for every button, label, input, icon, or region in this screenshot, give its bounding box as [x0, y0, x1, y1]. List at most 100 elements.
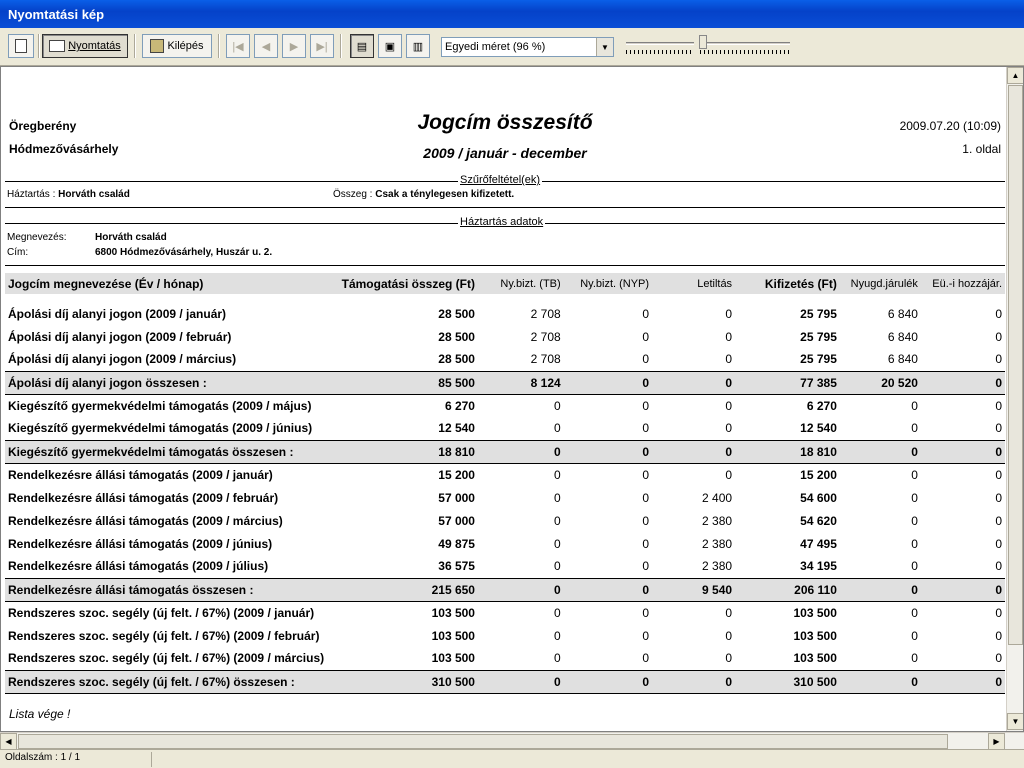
- table-cell: Rendszeres szoc. segély (új felt. / 67%)…: [8, 628, 320, 643]
- table-cell: 0: [995, 605, 1002, 620]
- vertical-scroll-thumb[interactable]: [1008, 85, 1023, 645]
- table-cell: 0: [911, 467, 918, 482]
- table-cell: 0: [553, 398, 561, 413]
- table-cell: 49 875: [438, 536, 475, 551]
- table-cell: 103 500: [431, 605, 475, 620]
- table-cell: 0: [477, 669, 564, 694]
- table-cell: 18 810: [338, 439, 478, 464]
- org-line-2: Hódmezővásárhely: [9, 142, 119, 156]
- table-row: Rendelkezésre állási támogatás (2009 / j…: [5, 532, 1005, 555]
- table-cell: 34 195: [800, 559, 837, 574]
- table-cell: 0: [553, 490, 561, 505]
- table-cell: 0: [642, 490, 650, 505]
- table-cell: 0: [725, 306, 733, 321]
- table-row: Rendelkezésre állási támogatás (2009 / m…: [5, 509, 1005, 532]
- table-row: Ápolási díj alanyi jogon (2009 / február…: [5, 325, 1005, 348]
- last-page-button[interactable]: ▶|: [310, 34, 334, 58]
- table-cell: 0: [553, 628, 561, 643]
- table-cell: 28 500: [438, 329, 475, 344]
- first-page-button[interactable]: |◀: [226, 34, 250, 58]
- table-cell: 0: [839, 669, 921, 694]
- scroll-up-icon[interactable]: ▲: [1007, 67, 1023, 84]
- table-cell: Kiegészítő gyermekvédelmi támogatás (200…: [8, 398, 312, 413]
- page-width-icon: ▣: [384, 40, 396, 53]
- table-cell: 85 500: [338, 370, 478, 395]
- column-header: Ny.bizt. (NYP): [563, 273, 653, 294]
- table-cell: 0: [642, 467, 650, 482]
- table-cell: 103 500: [793, 651, 837, 666]
- prev-page-icon: ◀: [261, 40, 271, 53]
- table-cell: 12 540: [438, 421, 475, 436]
- zoom-slider-2[interactable]: [699, 33, 790, 57]
- vertical-scrollbar[interactable]: ▲ ▼: [1006, 67, 1023, 731]
- table-cell: 0: [725, 605, 733, 620]
- table-cell: 6 270: [444, 398, 475, 413]
- table-cell: Rendelkezésre állási támogatás (2009 / j…: [8, 467, 273, 482]
- table-row: Rendszeres szoc. segély (új felt. / 67%)…: [5, 624, 1005, 647]
- table-cell: 0: [995, 352, 1002, 367]
- table-cell: 215 650: [338, 577, 478, 602]
- table-cell: 0: [563, 669, 653, 694]
- prev-page-button[interactable]: ◀: [254, 34, 278, 58]
- table-cell: 47 495: [800, 536, 837, 551]
- zoom-select[interactable]: Egyedi méret (96 %) ▼: [441, 37, 614, 57]
- report-meta: 2009.07.20 (10:09) 1. oldal: [900, 115, 1001, 161]
- last-page-icon: ▶|: [316, 40, 328, 53]
- spacer-row: [5, 294, 1005, 302]
- table-cell: Ápolási díj alanyi jogon (2009 / január): [8, 306, 227, 321]
- slider-thumb[interactable]: [699, 35, 707, 49]
- subtotal-row: Rendelkezésre állási támogatás összesen …: [5, 577, 1005, 602]
- table-cell: 0: [642, 605, 650, 620]
- table-cell: 12 540: [800, 421, 837, 436]
- page-setup-button[interactable]: [8, 34, 34, 58]
- one-page-view-button[interactable]: ▤: [350, 34, 374, 58]
- table-row: Rendelkezésre állási támogatás (2009 / f…: [5, 486, 1005, 509]
- page-width-view-button[interactable]: ▣: [378, 34, 402, 58]
- exit-button[interactable]: Kilépés: [142, 34, 212, 58]
- table-cell: 0: [725, 421, 733, 436]
- table-cell: Ápolási díj alanyi jogon (2009 / február…: [8, 329, 232, 344]
- table-cell: 0: [911, 559, 918, 574]
- full-page-view-button[interactable]: ▥: [406, 34, 430, 58]
- table-cell: 0: [911, 536, 918, 551]
- scroll-right-icon[interactable]: ▶: [988, 733, 1005, 750]
- table-cell: 0: [995, 651, 1002, 666]
- horizontal-scrollbar[interactable]: ◀ ▶: [0, 732, 1024, 750]
- table-cell: Rendelkezésre állási támogatás (2009 / j…: [8, 559, 269, 574]
- table-cell: 18 810: [735, 439, 840, 464]
- column-header: Eü.-i hozzájár.: [920, 273, 1005, 294]
- table-cell: 0: [995, 490, 1002, 505]
- table-cell: 0: [642, 536, 650, 551]
- table-cell: 0: [995, 421, 1002, 436]
- table-cell: 0: [477, 439, 564, 464]
- table-cell: Ápolási díj alanyi jogon (2009 / március…: [8, 352, 237, 367]
- zoom-slider-1[interactable]: [626, 33, 694, 57]
- print-button[interactable]: Nyomtatás: [42, 34, 128, 58]
- table-cell: 0: [839, 577, 921, 602]
- table-row: Rendelkezésre állási támogatás (2009 / j…: [5, 463, 1005, 486]
- table-cell: 0: [652, 370, 736, 395]
- table-cell: Kiegészítő gyermekvédelmi támogatás (200…: [8, 421, 313, 436]
- table-cell: 0: [642, 628, 650, 643]
- table-cell: 57 000: [438, 513, 475, 528]
- column-header: Támogatási összeg (Ft): [338, 273, 478, 294]
- table-row: Kiegészítő gyermekvédelmi támogatás (200…: [5, 394, 1005, 417]
- report-title: Jogcím összesítő: [417, 111, 593, 134]
- table-cell: 0: [563, 577, 653, 602]
- column-header: Jogcím megnevezése (Év / hónap): [5, 273, 339, 294]
- table-header-row: Jogcím megnevezése (Év / hónap) Támogatá…: [5, 273, 1005, 294]
- zoom-select-value: Egyedi méret (96 %): [445, 41, 546, 53]
- scroll-down-icon[interactable]: ▼: [1007, 713, 1023, 730]
- filter-amount: Összeg : Csak a ténylegesen kifizetett.: [333, 189, 515, 200]
- scroll-left-icon[interactable]: ◀: [0, 733, 17, 750]
- table-cell: 2 380: [702, 536, 733, 551]
- chevron-down-icon[interactable]: ▼: [596, 38, 613, 56]
- column-header: Kifizetés (Ft): [735, 273, 840, 294]
- print-button-label: Nyomtatás: [68, 40, 121, 52]
- table-row: Rendszeres szoc. segély (új felt. / 67%)…: [5, 601, 1005, 624]
- subtotal-row: Kiegészítő gyermekvédelmi támogatás össz…: [5, 439, 1005, 464]
- next-page-button[interactable]: ▶: [282, 34, 306, 58]
- filters-header: Szűrőfeltétel(ek): [458, 174, 543, 186]
- list-end-note: Lista vége !: [9, 707, 71, 721]
- horizontal-scroll-thumb[interactable]: [18, 734, 948, 749]
